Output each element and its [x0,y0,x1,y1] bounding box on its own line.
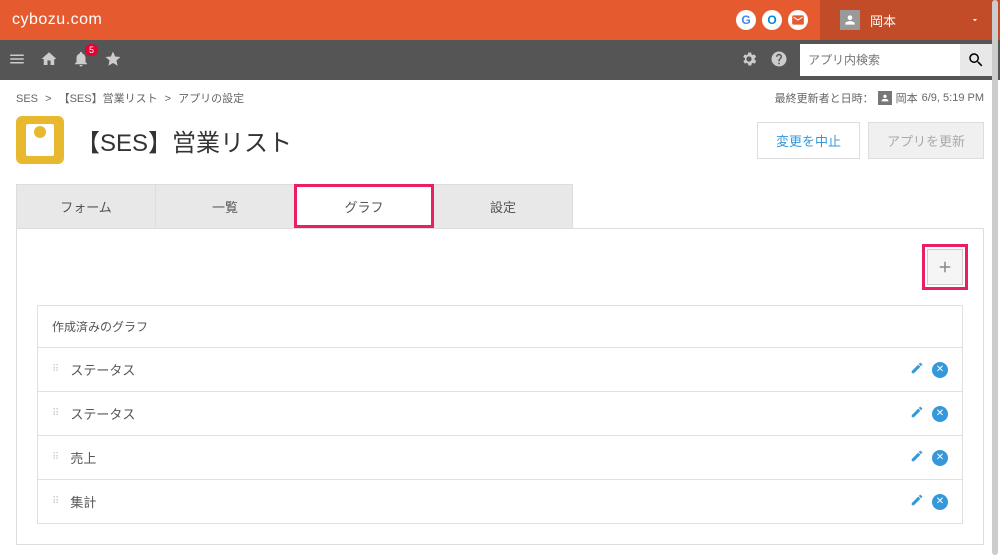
chevron-down-icon [970,15,980,25]
app-icon-mail[interactable] [788,10,808,30]
tab-content: 作成済みのグラフ ⠿ ステータス ✕ ⠿ ステータス ✕ ⠿ 売上 ✕ ⠿ 集計 [16,229,984,545]
menu-icon[interactable] [8,50,26,71]
delete-icon[interactable]: ✕ [932,362,948,378]
id-card-icon [26,124,54,156]
graph-name: ステータス [70,360,910,379]
tab-graph[interactable]: グラフ [294,184,434,228]
edit-icon[interactable] [910,449,924,466]
graph-name: 売上 [70,448,910,467]
title-row: 【SES】営業リスト 変更を中止 アプリを更新 [16,116,984,164]
tabs: フォーム 一覧 グラフ 設定 [16,184,984,229]
top-header: cybozu.com G O 岡本 [0,0,1000,40]
help-icon[interactable] [770,50,788,71]
update-info: 最終更新者と日時： 岡本 6/9, 5:19 PM [775,90,984,106]
add-row [37,249,963,285]
user-avatar-icon [840,10,860,30]
notification-bell-icon[interactable]: 5 [72,50,90,71]
header-app-icons: G O [736,10,820,30]
search-button[interactable] [960,44,992,76]
update-label: 最終更新者と日時： [775,90,874,106]
scrollbar[interactable] [992,0,998,555]
home-icon[interactable] [40,50,58,71]
add-graph-button[interactable] [927,249,963,285]
graph-row: ⠿ ステータス ✕ [38,392,962,436]
main-content: SES > 【SES】営業リスト > アプリの設定 最終更新者と日時： 岡本 6… [0,80,1000,555]
drag-handle-icon[interactable]: ⠿ [52,496,60,507]
drag-handle-icon[interactable]: ⠿ [52,364,60,375]
graph-row: ⠿ ステータス ✕ [38,348,962,392]
breadcrumb-sep: > [165,93,171,105]
breadcrumb-row: SES > 【SES】営業リスト > アプリの設定 最終更新者と日時： 岡本 6… [16,90,984,106]
graph-row: ⠿ 集計 ✕ [38,480,962,523]
breadcrumb: SES > 【SES】営業リスト > アプリの設定 [16,90,244,106]
app-icon-g[interactable]: G [736,10,756,30]
graph-name: 集計 [70,492,910,511]
app-icon-o[interactable]: O [762,10,782,30]
user-name: 岡本 [870,11,896,30]
brand-logo: cybozu.com [12,11,102,29]
graph-name: ステータス [70,404,910,423]
breadcrumb-current: アプリの設定 [178,93,244,105]
graph-actions: ✕ [910,361,948,378]
graph-row: ⠿ 売上 ✕ [38,436,962,480]
notification-badge: 5 [85,44,98,56]
title-actions: 変更を中止 アプリを更新 [757,122,984,159]
graph-table-header: 作成済みのグラフ [38,306,962,348]
breadcrumb-item[interactable]: 【SES】営業リスト [59,93,158,105]
search-input[interactable] [800,44,960,76]
search-box [800,44,992,76]
header-right: G O 岡本 [736,0,1000,40]
graph-actions: ✕ [910,493,948,510]
graph-table: 作成済みのグラフ ⠿ ステータス ✕ ⠿ ステータス ✕ ⠿ 売上 ✕ ⠿ 集計 [37,305,963,524]
sub-header-right [740,44,992,76]
breadcrumb-item[interactable]: SES [16,93,38,105]
drag-handle-icon[interactable]: ⠿ [52,408,60,419]
drag-handle-icon[interactable]: ⠿ [52,452,60,463]
gear-icon[interactable] [740,50,758,71]
cancel-button[interactable]: 変更を中止 [757,122,860,159]
delete-icon[interactable]: ✕ [932,494,948,510]
tab-settings[interactable]: 設定 [433,184,573,228]
edit-icon[interactable] [910,361,924,378]
sub-header-left: 5 [8,50,122,71]
user-menu[interactable]: 岡本 [820,0,1000,40]
update-datetime: 6/9, 5:19 PM [922,92,984,104]
graph-actions: ✕ [910,449,948,466]
tab-form[interactable]: フォーム [16,184,156,228]
star-icon[interactable] [104,50,122,71]
update-user: 岡本 [896,90,918,106]
edit-icon[interactable] [910,493,924,510]
graph-actions: ✕ [910,405,948,422]
search-icon [967,51,985,69]
sub-header: 5 [0,40,1000,80]
update-app-button[interactable]: アプリを更新 [868,122,984,159]
edit-icon[interactable] [910,405,924,422]
app-title: 【SES】営業リスト [76,123,292,158]
plus-icon [936,258,954,276]
delete-icon[interactable]: ✕ [932,450,948,466]
app-icon [16,116,64,164]
person-icon [878,91,892,105]
tab-list[interactable]: 一覧 [155,184,295,228]
delete-icon[interactable]: ✕ [932,406,948,422]
breadcrumb-sep: > [45,93,51,105]
